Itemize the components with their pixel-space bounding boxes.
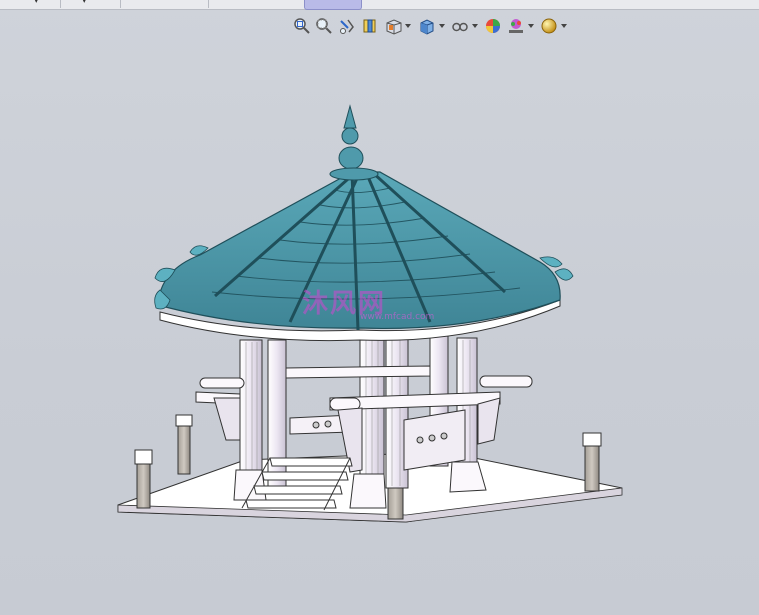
edit-appearance-icon[interactable] xyxy=(483,16,503,36)
previous-view-icon[interactable] xyxy=(337,16,357,36)
chevron-down-icon[interactable] xyxy=(528,24,534,28)
display-style-icon[interactable] xyxy=(417,16,437,36)
chevron-down-icon: ▾ xyxy=(34,0,39,6)
view-settings-icon[interactable] xyxy=(539,16,559,36)
graphics-viewport[interactable] xyxy=(0,40,759,615)
hide-show-items-icon[interactable] xyxy=(450,16,470,36)
chevron-down-icon[interactable] xyxy=(405,24,411,28)
lamp-post xyxy=(134,449,153,509)
chevron-down-icon[interactable] xyxy=(561,24,567,28)
active-command-tab[interactable] xyxy=(304,0,362,10)
lamp-post xyxy=(582,432,602,492)
lamp-post xyxy=(175,414,193,475)
chevron-down-icon[interactable] xyxy=(439,24,445,28)
view-orientation-icon[interactable] xyxy=(384,16,404,36)
zoom-to-area-icon[interactable] xyxy=(314,16,334,36)
watermark-url: www.mfcad.com xyxy=(360,312,435,322)
window-top-strip: ▾ ▾ xyxy=(0,0,759,10)
apply-scene-icon[interactable] xyxy=(506,16,526,36)
zoom-to-fit-icon[interactable] xyxy=(292,16,312,36)
menu-tab-1[interactable]: ▾ xyxy=(0,0,61,8)
menu-tab-3[interactable] xyxy=(120,0,209,8)
heads-up-view-toolbar xyxy=(290,16,580,38)
chevron-down-icon: ▾ xyxy=(82,0,87,6)
chevron-down-icon[interactable] xyxy=(472,24,478,28)
menu-tab-2[interactable]: ▾ xyxy=(60,0,121,8)
section-view-icon[interactable] xyxy=(360,16,380,36)
